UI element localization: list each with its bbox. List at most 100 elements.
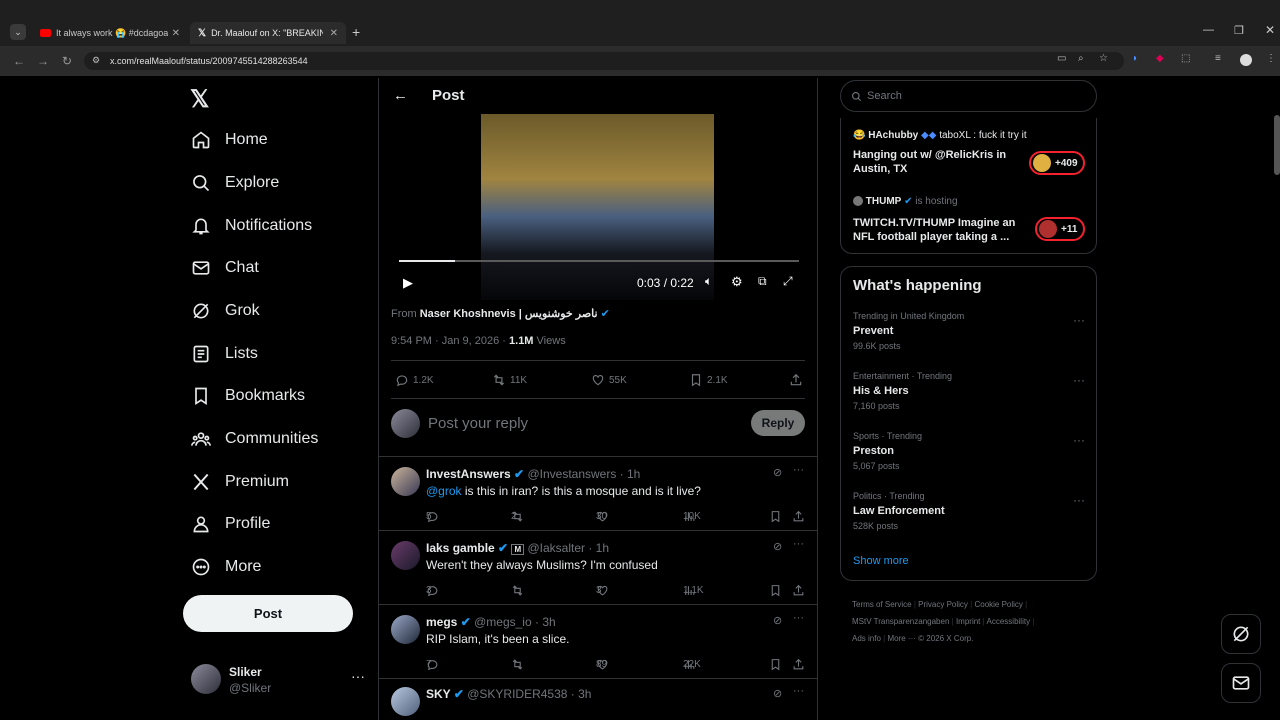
bookmark-action[interactable] bbox=[769, 658, 787, 671]
close-tab-icon[interactable]: ✕ bbox=[172, 28, 180, 39]
minimize-button[interactable]: — bbox=[1203, 24, 1214, 36]
site-info-icon[interactable]: ⚙ bbox=[92, 55, 100, 66]
reply-input[interactable]: Post your reply bbox=[428, 415, 528, 432]
extension-icon[interactable]: ◆ bbox=[1156, 53, 1164, 64]
forward-arrow-icon[interactable]: → bbox=[34, 52, 52, 70]
play-icon[interactable]: ▶ bbox=[403, 275, 413, 291]
footer-link[interactable]: More ··· bbox=[887, 634, 915, 643]
repost-action[interactable]: 11K bbox=[492, 373, 527, 387]
fullscreen-icon[interactable]: ⤢ bbox=[783, 274, 793, 289]
menu-icon[interactable]: ⋮ bbox=[1266, 53, 1276, 64]
sidebar-item-profile[interactable]: Profile bbox=[191, 508, 270, 540]
star-icon[interactable]: ☆ bbox=[1099, 53, 1108, 64]
footer-link[interactable]: Ads info bbox=[852, 634, 881, 643]
footer-link[interactable]: Privacy Policy bbox=[918, 600, 968, 609]
reply-button[interactable]: Reply bbox=[751, 410, 805, 436]
sidebar-item-communities[interactable]: Communities bbox=[191, 423, 318, 455]
repost-action[interactable]: 2 bbox=[511, 510, 529, 523]
close-tab-icon[interactable]: ✕ bbox=[330, 28, 338, 39]
volume-icon[interactable]: 🔈︎ bbox=[705, 274, 712, 289]
grok-icon[interactable]: ⊘ bbox=[773, 540, 782, 553]
reply-action[interactable]: 7 bbox=[426, 658, 444, 671]
sidebar-item-bookmarks[interactable]: Bookmarks bbox=[191, 380, 305, 412]
share-action[interactable] bbox=[792, 658, 810, 671]
avatar[interactable] bbox=[391, 541, 420, 570]
more-dots-icon[interactable]: ··· bbox=[793, 685, 804, 697]
account-switcher[interactable]: Sliker @Sliker ··· bbox=[191, 662, 371, 698]
sidebar-item-chat[interactable]: Chat bbox=[191, 252, 259, 284]
scrollbar[interactable] bbox=[1274, 115, 1280, 175]
profile-avatar-icon[interactable] bbox=[1240, 54, 1252, 66]
footer-link[interactable]: Imprint bbox=[956, 617, 980, 626]
live-count-pill[interactable]: +409 bbox=[1029, 151, 1085, 175]
trend-item[interactable]: Trending in United Kingdom Prevent 99.6K… bbox=[853, 311, 1085, 351]
sidebar-item-more[interactable]: More bbox=[191, 551, 261, 583]
list-item[interactable]: megs ✔ @megs_io · 3h ⊘ ··· RIP Islam, it… bbox=[379, 606, 817, 679]
tab-search-button[interactable]: ⌄ bbox=[10, 24, 26, 40]
list-item[interactable]: Iaks gamble ✔ M @Iaksalter · 1h ⊘ ··· We… bbox=[379, 532, 817, 605]
live-item[interactable]: 😂 HAchubby ◆◆ taboXL : fuck it try it Ha… bbox=[853, 130, 1085, 182]
mention-link[interactable]: @grok bbox=[426, 484, 462, 498]
puzzle-icon[interactable]: ⬚ bbox=[1181, 53, 1190, 64]
footer-link[interactable]: Terms of Service bbox=[852, 600, 912, 609]
more-dots-icon[interactable]: ··· bbox=[351, 668, 365, 684]
like-action[interactable]: 3 bbox=[596, 584, 614, 597]
author-name[interactable]: megs bbox=[426, 615, 457, 629]
sidebar-item-premium[interactable]: Premium bbox=[191, 466, 289, 498]
sidebar-item-notifications[interactable]: Notifications bbox=[191, 210, 312, 242]
trend-item[interactable]: Sports · Trending Preston 5,067 posts ··… bbox=[853, 431, 1085, 471]
messages-fab-button[interactable] bbox=[1221, 663, 1261, 703]
views-action[interactable]: 1.1K bbox=[683, 584, 704, 597]
more-dots-icon[interactable]: ··· bbox=[1073, 313, 1085, 327]
search-input[interactable]: Search bbox=[840, 80, 1097, 112]
video-progress-track[interactable] bbox=[399, 260, 799, 262]
share-action[interactable] bbox=[792, 584, 810, 597]
trend-item[interactable]: Entertainment · Trending His & Hers 7,16… bbox=[853, 371, 1085, 411]
sidebar-item-lists[interactable]: Lists bbox=[191, 338, 258, 370]
more-dots-icon[interactable]: ··· bbox=[1073, 373, 1085, 387]
bookmark-action[interactable] bbox=[769, 584, 787, 597]
restore-button[interactable]: ❐ bbox=[1234, 24, 1244, 37]
more-dots-icon[interactable]: ··· bbox=[793, 464, 804, 476]
more-dots-icon[interactable]: ··· bbox=[1073, 433, 1085, 447]
bookmark-action[interactable]: 2.1K bbox=[689, 373, 728, 387]
more-dots-icon[interactable]: ··· bbox=[1073, 493, 1085, 507]
share-action[interactable] bbox=[792, 510, 810, 523]
footer-link[interactable]: Accessibility bbox=[987, 617, 1031, 626]
back-arrow-icon[interactable]: ← bbox=[393, 87, 408, 104]
grok-icon[interactable]: ⊘ bbox=[773, 687, 782, 700]
trend-item[interactable]: Politics · Trending Law Enforcement 528K… bbox=[853, 491, 1085, 531]
footer-link[interactable]: MStV Transparenzangaben bbox=[852, 617, 949, 626]
timestamp-text[interactable]: 9:54 PM · Jan 9, 2026 · bbox=[391, 335, 506, 347]
bookmark-action[interactable] bbox=[769, 510, 787, 523]
author-name[interactable]: InvestAnswers bbox=[426, 467, 511, 481]
post-button[interactable]: Post bbox=[183, 595, 353, 632]
back-arrow-icon[interactable]: ← bbox=[10, 52, 28, 70]
more-dots-icon[interactable]: ··· bbox=[793, 538, 804, 550]
settings-gear-icon[interactable]: ⚙ bbox=[731, 274, 743, 290]
browser-tab-youtube[interactable]: It always work 😭 #dcdagoat #… ✕ bbox=[32, 22, 188, 44]
views-action[interactable]: 22K bbox=[683, 658, 701, 671]
footer-link[interactable]: Cookie Policy bbox=[974, 600, 1022, 609]
sidebar-item-grok[interactable]: Grok bbox=[191, 295, 260, 327]
show-more-link[interactable]: Show more bbox=[853, 555, 909, 567]
sidebar-item-explore[interactable]: Explore bbox=[191, 167, 279, 199]
repost-action[interactable] bbox=[511, 584, 529, 597]
repost-action[interactable] bbox=[511, 658, 529, 671]
grok-icon[interactable]: ⊘ bbox=[773, 466, 782, 479]
list-item[interactable]: SKY ✔ @SKYRIDER4538 · 3h ⊘ ··· bbox=[379, 680, 817, 720]
more-dots-icon[interactable]: ··· bbox=[793, 612, 804, 624]
like-action[interactable]: 30 bbox=[596, 510, 614, 523]
reply-action[interactable]: 1.2K bbox=[395, 373, 434, 387]
reload-icon[interactable]: ↻ bbox=[58, 52, 76, 70]
browser-tab-x[interactable]: 𝕏 Dr. Maalouf on X: "BREAKING:… ✕ bbox=[190, 22, 346, 44]
live-item[interactable]: THUMP ✔ is hosting TWITCH.TV/THUMP Imagi… bbox=[853, 196, 1085, 248]
avatar[interactable] bbox=[391, 615, 420, 644]
zoom-icon[interactable]: ⌕ bbox=[1078, 53, 1084, 64]
grok-icon[interactable]: ⊘ bbox=[773, 614, 782, 627]
pip-icon[interactable]: ⧉ bbox=[758, 274, 767, 289]
new-tab-button[interactable]: + bbox=[352, 24, 360, 40]
reply-action[interactable]: 3 bbox=[426, 584, 444, 597]
views-action[interactable]: 10K bbox=[683, 510, 701, 523]
reply-action[interactable]: 5 bbox=[426, 510, 444, 523]
